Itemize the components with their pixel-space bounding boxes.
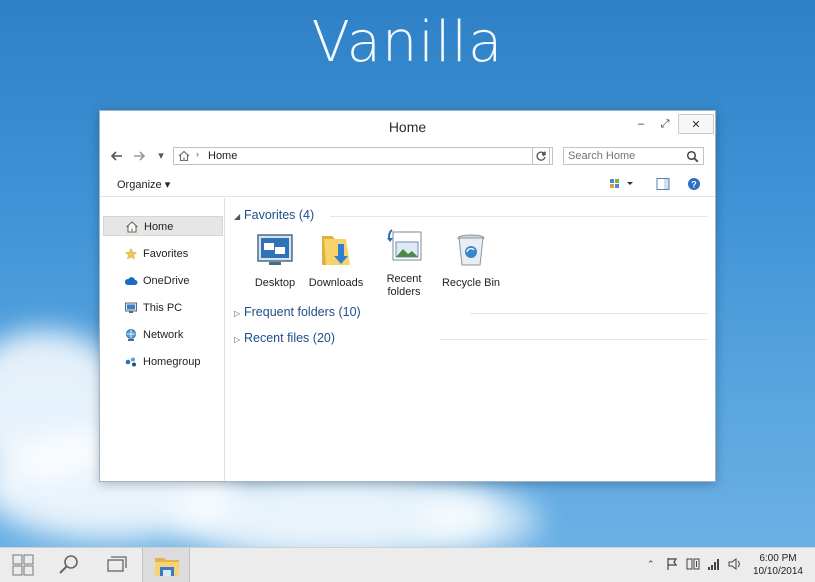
network-signal-icon[interactable] xyxy=(707,557,721,571)
windows-logo-icon xyxy=(12,554,34,576)
wallpaper-cloud xyxy=(420,490,540,550)
navigation-pane: Home Favorites OneDrive This PC Network … xyxy=(100,198,225,481)
sidebar-item-favorites[interactable]: Favorites xyxy=(103,244,223,264)
svg-text:?: ? xyxy=(691,180,697,190)
wallpaper-title: Vanilla xyxy=(311,10,504,75)
group-label: Frequent folders (10) xyxy=(244,305,361,319)
window-title: Home xyxy=(388,119,427,135)
desktop-icon xyxy=(257,234,293,265)
sidebar-item-label: This PC xyxy=(143,302,183,314)
organize-menu[interactable]: Organize ▾ xyxy=(117,178,170,191)
search-taskbar-button[interactable] xyxy=(46,548,92,582)
battery-power-icon[interactable] xyxy=(686,557,700,571)
sidebar-item-label: Favorites xyxy=(143,248,189,260)
sidebar-item-label: OneDrive xyxy=(143,275,190,287)
star-icon xyxy=(124,247,138,260)
sidebar-item-home[interactable]: Home xyxy=(103,216,223,236)
recent-locations-button[interactable]: ▾ xyxy=(152,147,170,165)
group-divider xyxy=(330,216,708,217)
start-button[interactable] xyxy=(0,548,46,582)
refresh-button[interactable] xyxy=(532,147,550,165)
group-divider xyxy=(470,313,708,314)
volume-icon[interactable] xyxy=(728,557,742,571)
back-arrow-icon xyxy=(110,151,122,161)
tile-desktop[interactable]: Desktop xyxy=(240,230,310,290)
homegroup-icon xyxy=(125,357,136,367)
tile-label: Recent folders xyxy=(386,273,422,298)
search-box[interactable] xyxy=(563,147,704,165)
expand-arrow-icon[interactable]: ▷ xyxy=(234,309,244,318)
title-bar[interactable]: Home – ⤢ ✕ xyxy=(100,111,715,143)
group-label: Favorites (4) xyxy=(244,208,315,222)
command-bar: Organize ▾ ? xyxy=(100,171,715,197)
tile-downloads[interactable]: Downloads xyxy=(301,230,371,290)
forward-button[interactable] xyxy=(130,147,148,165)
tile-recycle-bin[interactable]: Recycle Bin xyxy=(436,230,506,290)
search-icon[interactable] xyxy=(686,150,699,163)
refresh-icon xyxy=(536,151,546,161)
group-header-frequent-folders[interactable]: ▷ Frequent folders (10) xyxy=(234,305,361,319)
tile-label: Recycle Bin xyxy=(441,277,501,289)
explorer-window: Home – ⤢ ✕ ▾ › Home ▾ Organize ▾ ? xyxy=(99,110,716,482)
home-icon xyxy=(126,221,138,233)
expand-arrow-icon[interactable]: ▷ xyxy=(234,335,244,344)
recent-folders-icon xyxy=(387,229,422,261)
tile-recent-folders[interactable]: Recent folders xyxy=(369,226,439,299)
content-pane: ◢ Favorites (4) Desktop Downloads Recent … xyxy=(226,198,715,481)
address-bar[interactable]: › Home ▾ xyxy=(173,147,553,165)
navigation-bar: ▾ › Home ▾ xyxy=(108,147,708,165)
search-icon xyxy=(59,555,78,574)
task-view-button[interactable] xyxy=(94,548,140,582)
tile-label: Desktop xyxy=(254,277,296,289)
group-header-recent-files[interactable]: ▷ Recent files (20) xyxy=(234,331,335,345)
breadcrumb-home[interactable]: Home xyxy=(208,150,237,162)
breadcrumb-separator: › xyxy=(196,149,199,159)
downloads-folder-icon xyxy=(322,236,350,265)
close-button[interactable]: ✕ xyxy=(678,114,714,134)
network-icon xyxy=(126,329,136,341)
sidebar-item-label: Homegroup xyxy=(143,356,201,368)
back-button[interactable] xyxy=(108,147,126,165)
sidebar-item-label: Home xyxy=(144,221,174,233)
system-clock[interactable]: 6:00 PM 10/10/2014 xyxy=(753,552,803,578)
sidebar-item-this-pc[interactable]: This PC xyxy=(103,298,223,318)
maximize-button[interactable]: ⤢ xyxy=(656,114,674,134)
clock-time: 6:00 PM xyxy=(759,553,797,564)
sidebar-item-network[interactable]: Network xyxy=(103,325,223,345)
cloud-icon xyxy=(124,277,138,285)
collapse-arrow-icon[interactable]: ◢ xyxy=(234,212,244,221)
help-icon[interactable]: ? xyxy=(687,177,701,191)
group-divider xyxy=(440,339,708,340)
sidebar-item-onedrive[interactable]: OneDrive xyxy=(103,271,223,291)
file-explorer-taskbar-button[interactable] xyxy=(142,548,190,582)
file-explorer-icon xyxy=(155,558,179,576)
minimize-button[interactable]: – xyxy=(632,114,650,134)
sidebar-item-label: Network xyxy=(143,329,184,341)
computer-icon xyxy=(125,302,137,313)
show-hidden-icons-button[interactable]: ⌃ xyxy=(647,559,655,570)
taskbar: ⌃ 6:00 PM 10/10/2014 xyxy=(0,547,815,582)
task-view-icon xyxy=(107,556,127,572)
sidebar-item-homegroup[interactable]: Homegroup xyxy=(103,352,223,372)
forward-arrow-icon xyxy=(134,151,146,161)
home-icon xyxy=(178,150,190,162)
search-input[interactable] xyxy=(568,149,680,163)
group-label: Recent files (20) xyxy=(244,331,336,345)
view-options-icon[interactable] xyxy=(609,177,635,191)
group-header-favorites[interactable]: ◢ Favorites (4) xyxy=(234,208,314,222)
preview-pane-icon[interactable] xyxy=(656,177,670,191)
tile-label: Downloads xyxy=(308,277,364,289)
action-center-flag-icon[interactable] xyxy=(666,557,680,571)
clock-date: 10/10/2014 xyxy=(752,566,803,577)
recycle-bin-icon xyxy=(457,234,485,266)
